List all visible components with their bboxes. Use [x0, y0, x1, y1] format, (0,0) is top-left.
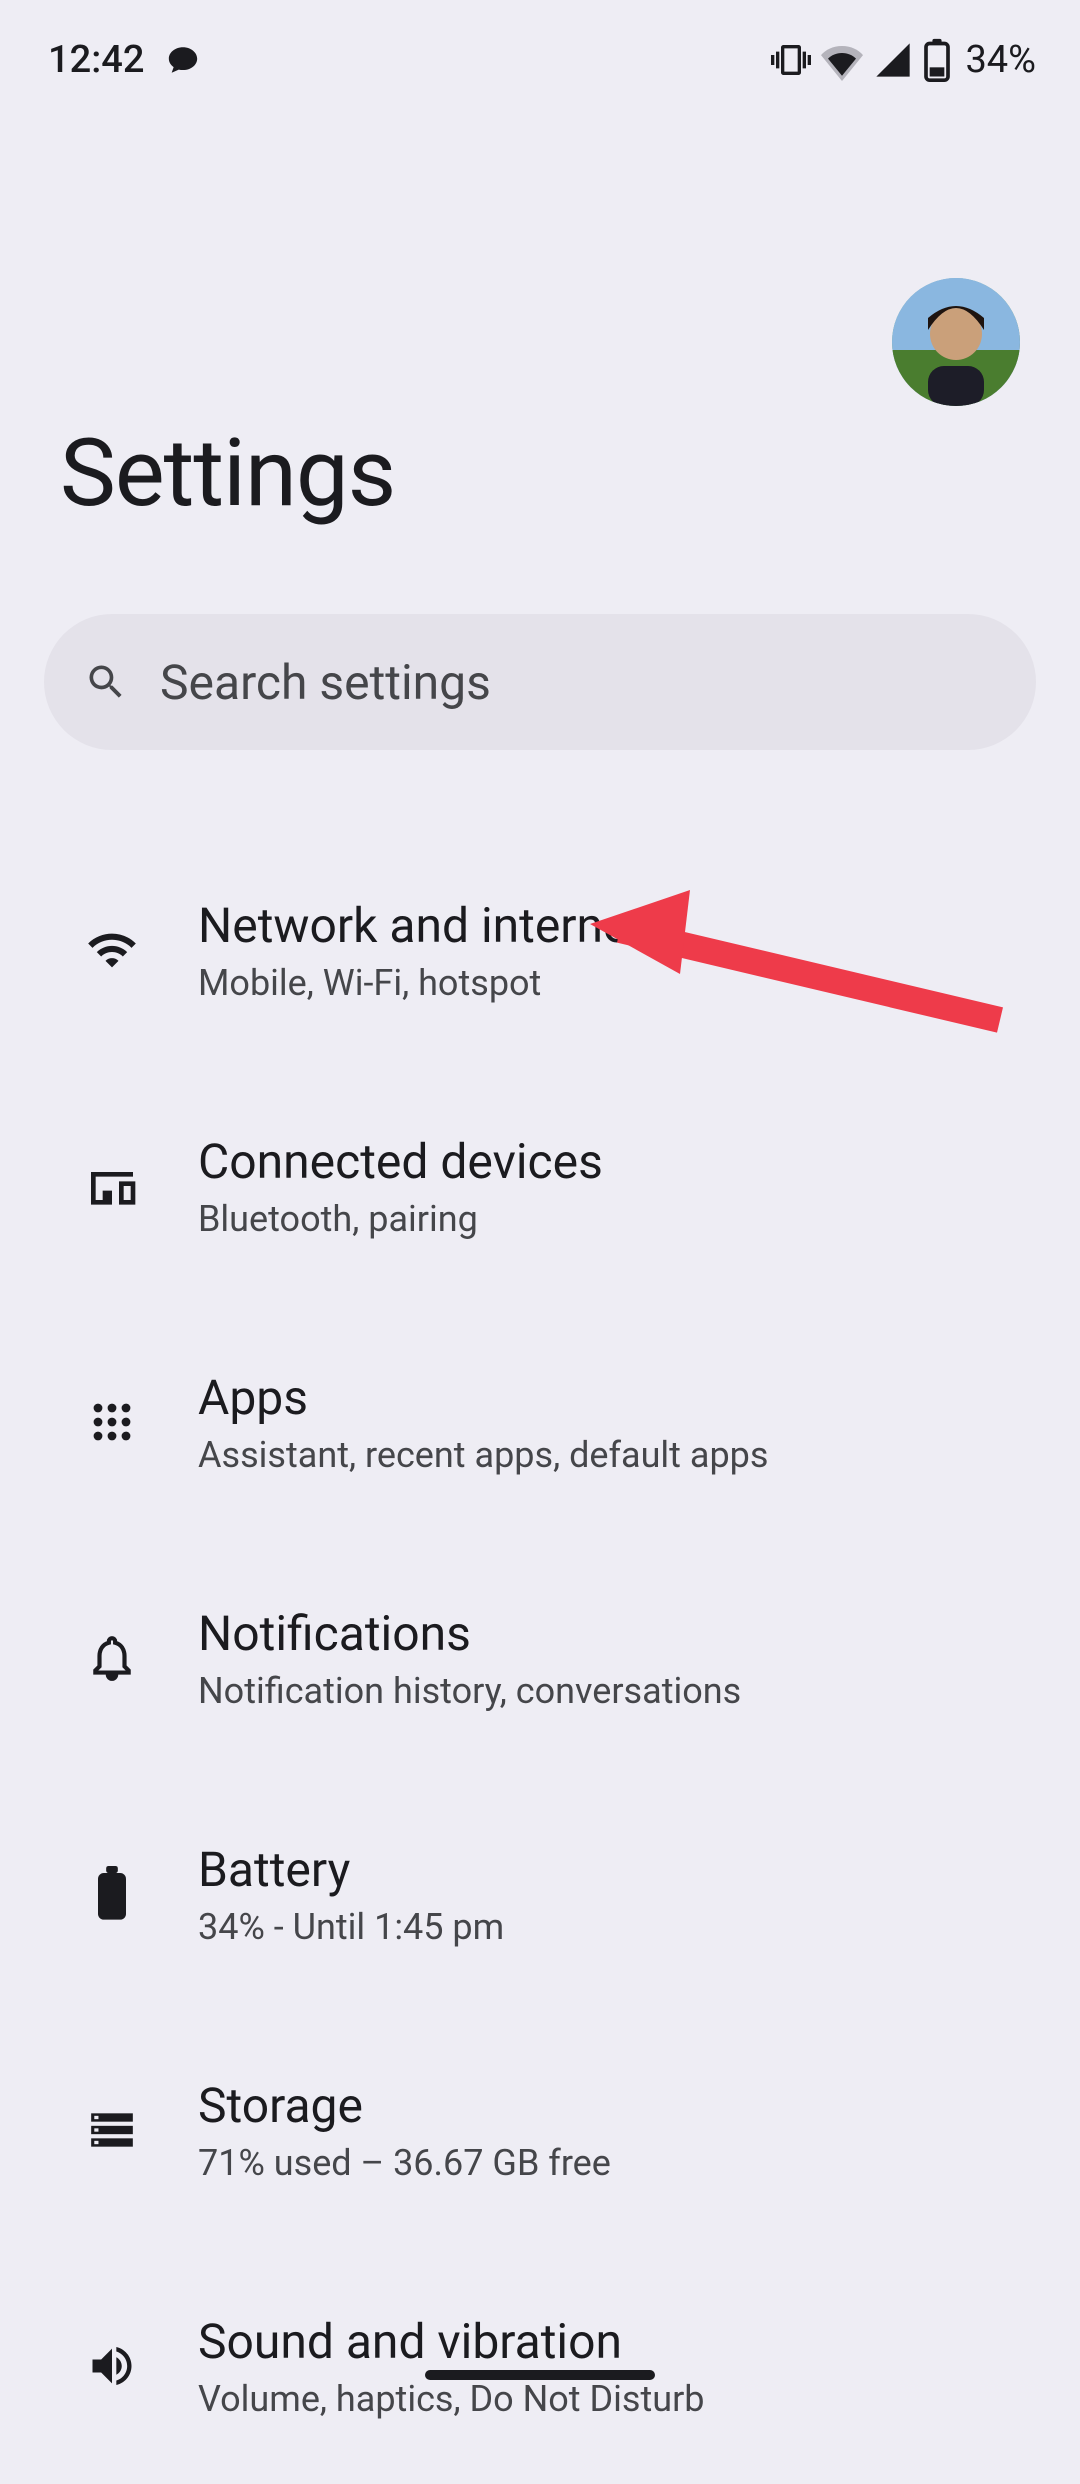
search-placeholder: Search settings	[160, 654, 491, 711]
item-sub: Volume, haptics, Do Not Disturb	[198, 2378, 705, 2420]
status-bar: 12:42 34%	[0, 0, 1080, 90]
settings-item-apps[interactable]: Apps Assistant, recent apps, default app…	[0, 1304, 1080, 1540]
search-settings[interactable]: Search settings	[44, 614, 1036, 750]
item-title: Apps	[198, 1369, 768, 1426]
item-sub: 34% - Until 1:45 pm	[198, 1906, 504, 1948]
chat-bubble-icon	[166, 43, 200, 77]
nav-handle[interactable]	[425, 2370, 655, 2380]
item-title: Notifications	[198, 1605, 741, 1662]
storage-icon	[82, 2100, 142, 2160]
battery-percent: 34%	[965, 38, 1036, 82]
item-sub: Mobile, Wi-Fi, hotspot	[198, 962, 644, 1004]
page-title: Settings	[60, 418, 395, 528]
settings-item-notifications[interactable]: Notifications Notification history, conv…	[0, 1540, 1080, 1776]
item-title: Network and internet	[198, 897, 644, 954]
settings-item-network[interactable]: Network and internet Mobile, Wi-Fi, hots…	[0, 832, 1080, 1068]
vibrate-icon	[771, 40, 811, 80]
devices-icon	[82, 1156, 142, 1216]
wifi-item-icon	[82, 920, 142, 980]
signal-icon	[873, 40, 913, 80]
search-icon	[84, 660, 128, 704]
item-title: Battery	[198, 1841, 504, 1898]
settings-list: Network and internet Mobile, Wi-Fi, hots…	[0, 832, 1080, 2400]
item-title: Connected devices	[198, 1133, 603, 1190]
item-sub: 71% used – 36.67 GB free	[198, 2142, 611, 2184]
profile-avatar[interactable]	[892, 278, 1020, 406]
settings-item-sound[interactable]: Sound and vibration Volume, haptics, Do …	[0, 2248, 1080, 2484]
sound-icon	[82, 2336, 142, 2396]
battery-icon	[923, 38, 951, 82]
item-title: Sound and vibration	[198, 2313, 705, 2370]
settings-item-storage[interactable]: Storage 71% used – 36.67 GB free	[0, 2012, 1080, 2248]
item-title: Storage	[198, 2077, 611, 2134]
battery-item-icon	[82, 1864, 142, 1924]
settings-item-connected[interactable]: Connected devices Bluetooth, pairing	[0, 1068, 1080, 1304]
settings-item-battery[interactable]: Battery 34% - Until 1:45 pm	[0, 1776, 1080, 2012]
wifi-icon	[821, 39, 863, 81]
item-sub: Notification history, conversations	[198, 1670, 741, 1712]
item-sub: Bluetooth, pairing	[198, 1198, 603, 1240]
apps-icon	[82, 1392, 142, 1452]
item-sub: Assistant, recent apps, default apps	[198, 1434, 768, 1476]
bell-icon	[82, 1628, 142, 1688]
status-time: 12:42	[48, 38, 144, 82]
